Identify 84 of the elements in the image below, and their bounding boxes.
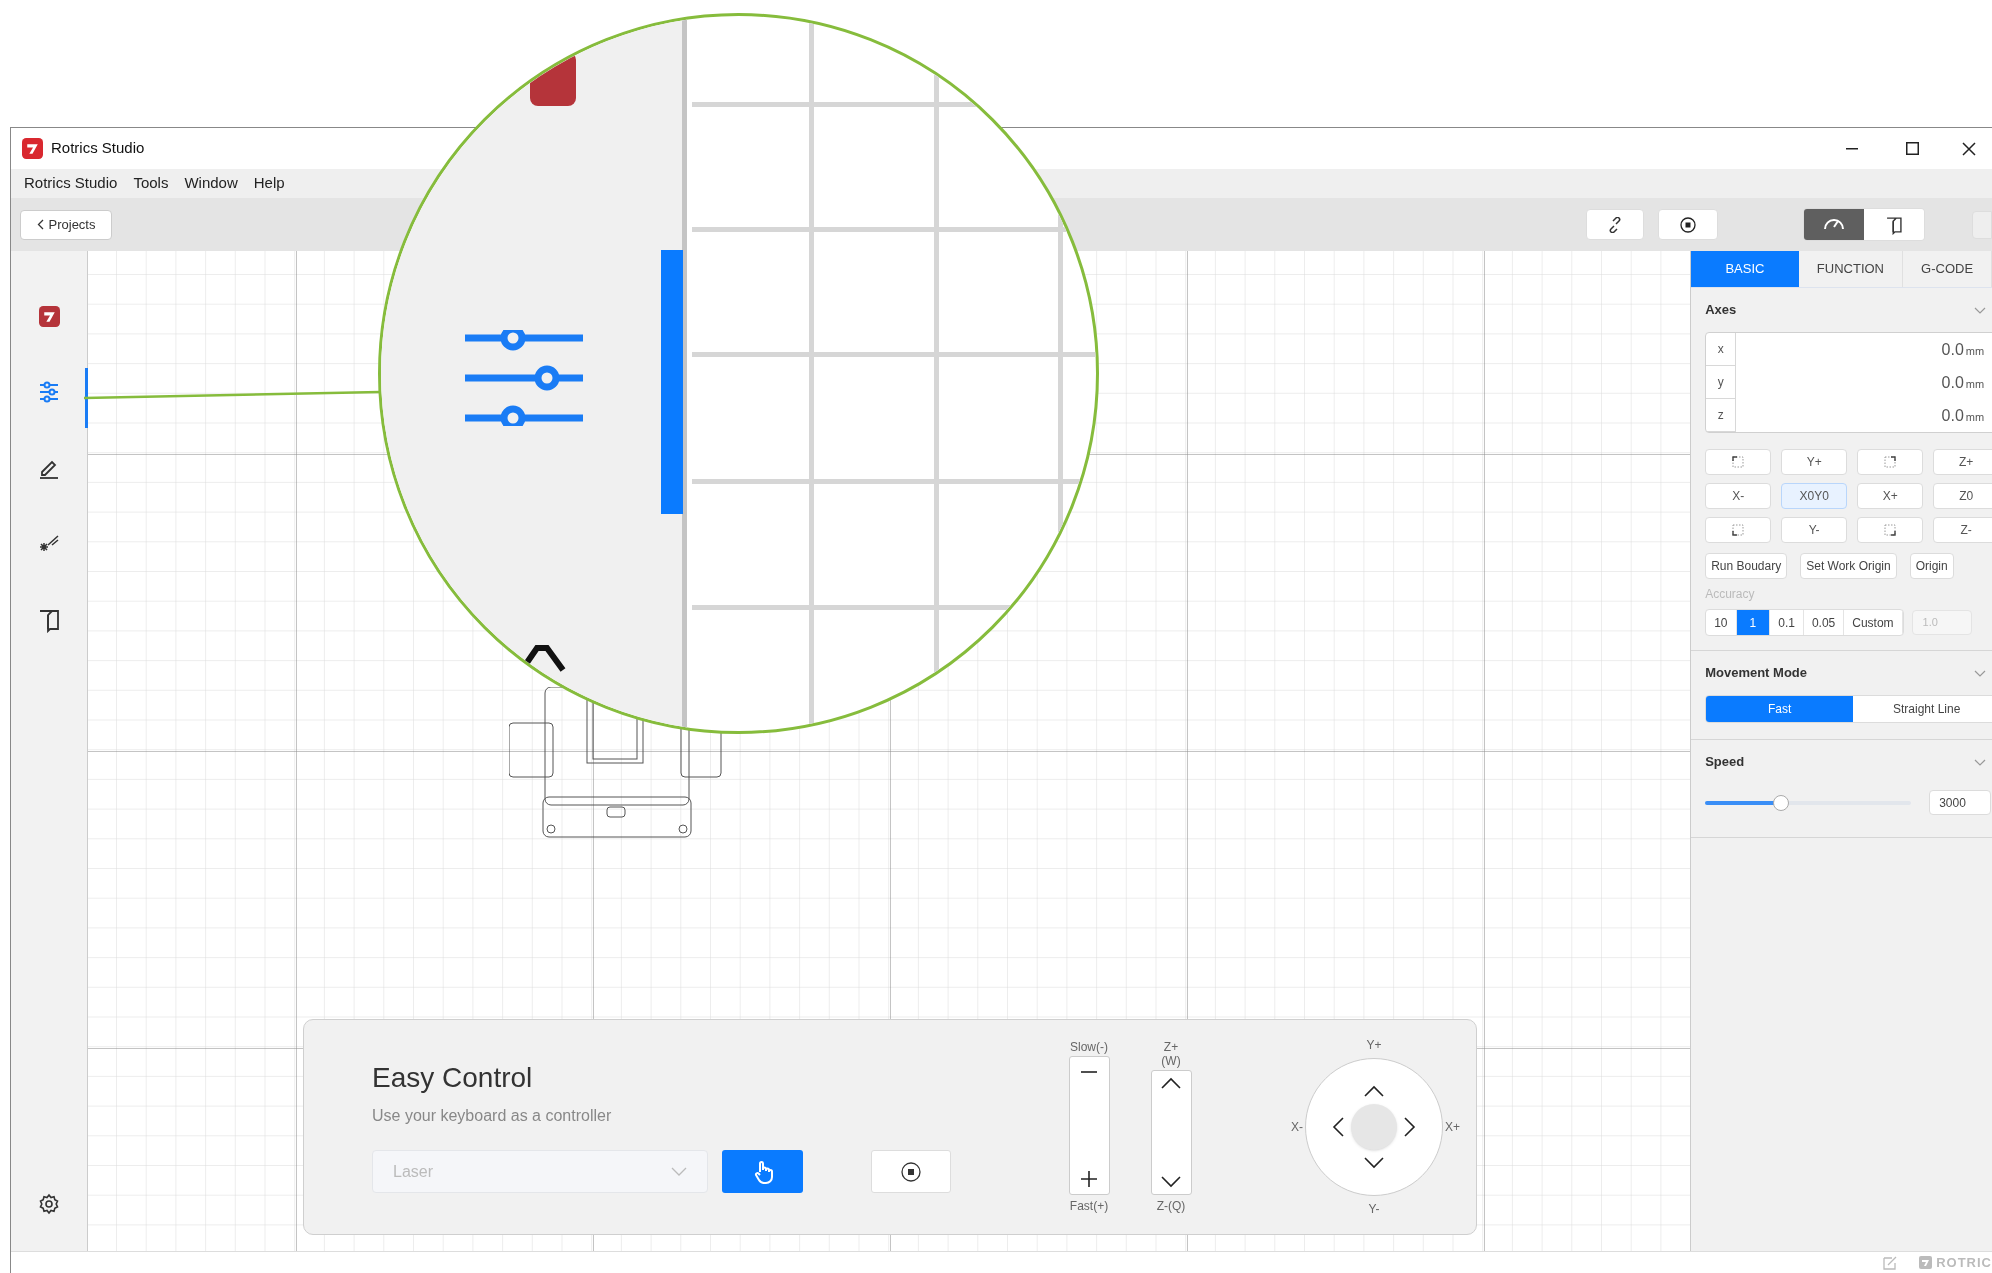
stop-button[interactable]: [871, 1150, 951, 1193]
sliders-icon: [37, 380, 61, 404]
menu-item[interactable]: Window: [176, 169, 246, 198]
accuracy-option[interactable]: 0.1: [1770, 610, 1804, 635]
key-label: X+: [1445, 1119, 1460, 1136]
panel-subtitle: Use your keyboard as a controller: [372, 1106, 613, 1126]
projects-button[interactable]: Projects: [20, 209, 112, 240]
key-label: Y-: [1368, 1201, 1380, 1218]
axis-label: x: [1706, 333, 1737, 366]
key-label: (W): [1161, 1054, 1181, 1068]
speed-slider[interactable]: [1705, 794, 1912, 811]
jog-button[interactable]: Y-: [1781, 517, 1848, 543]
menu-item[interactable]: Rotrics Studio: [16, 169, 126, 198]
panel-tab[interactable]: BASIC: [1691, 251, 1799, 287]
key-label: X-: [1291, 1119, 1303, 1136]
panel-title: Easy Control: [372, 1061, 534, 1095]
chevron-up-icon[interactable]: [1161, 1077, 1181, 1089]
maximize-icon: [1905, 142, 1919, 155]
chevron-left-icon: [36, 219, 44, 230]
section-title: Speed: [1705, 753, 1745, 772]
chevron-down-icon[interactable]: [1161, 1176, 1181, 1188]
axis-value: 0.0: [1941, 339, 1964, 360]
book-icon: [1884, 214, 1904, 235]
view-toggle[interactable]: [1804, 209, 1864, 240]
menu-item[interactable]: Help: [245, 169, 293, 198]
mode-option[interactable]: Straight Line: [1853, 696, 1992, 722]
section-title: Movement Mode: [1705, 664, 1807, 683]
section-title: Axes: [1705, 301, 1737, 320]
minimize-icon: [1846, 147, 1858, 150]
key-label: Z+: [1163, 1040, 1179, 1054]
keyboard-control-button[interactable]: [722, 1150, 803, 1193]
key-label: Fast(+): [1069, 1198, 1109, 1215]
axis-value: 0.0: [1941, 405, 1964, 426]
menu-item[interactable]: Tools: [125, 169, 177, 198]
chevron-down-icon[interactable]: [1364, 1157, 1384, 1169]
accuracy-option[interactable]: 10: [1706, 610, 1737, 635]
action-button[interactable]: Origin: [1909, 553, 1954, 579]
jog-button[interactable]: Z-: [1933, 517, 1992, 543]
key-label: Slow(-): [1070, 1040, 1108, 1054]
key-label: Z-(Q): [1156, 1198, 1186, 1215]
chevron-left-icon[interactable]: [1332, 1117, 1344, 1137]
slider-thumb[interactable]: [1773, 794, 1790, 811]
jog-button[interactable]: Z+: [1933, 449, 1992, 475]
brand-name: ROTRIC: [1936, 1253, 1992, 1272]
corner-icon: [1884, 524, 1897, 536]
active-indicator: [84, 368, 89, 428]
jog-button[interactable]: X0Y0: [1781, 483, 1848, 509]
mode-option[interactable]: Fast: [1706, 696, 1854, 722]
unit-label: mm: [1965, 409, 1985, 425]
chevron-down-icon: [671, 1167, 687, 1176]
chevron-up-icon[interactable]: [1364, 1085, 1384, 1097]
axis-value: 0.0: [1941, 372, 1964, 393]
jog-button[interactable]: X-: [1705, 483, 1772, 509]
view-toggle[interactable]: [1864, 209, 1924, 240]
speed-field[interactable]: 3000: [1929, 790, 1992, 815]
key-label: Y+: [1366, 1037, 1382, 1054]
stop-icon: [901, 1161, 921, 1182]
jog-button[interactable]: Z0: [1933, 483, 1992, 509]
edit-icon: [1883, 1255, 1898, 1270]
gauge-icon: [1824, 219, 1844, 230]
action-button[interactable]: Run Boudary: [1705, 553, 1788, 579]
stop-icon: [1680, 216, 1696, 233]
close-icon: [1962, 141, 1976, 156]
axis-label: y: [1706, 366, 1737, 399]
corner-icon: [1732, 456, 1745, 468]
unit-label: mm: [1965, 343, 1985, 359]
corner-icon: [1732, 524, 1745, 536]
chevron-right-icon[interactable]: [1404, 1117, 1416, 1137]
accuracy-option[interactable]: Custom: [1844, 610, 1903, 635]
plus-icon[interactable]: [1080, 1170, 1098, 1188]
window-title: Rotrics Studio: [51, 138, 145, 159]
link-button[interactable]: [1586, 209, 1644, 240]
link-icon: [1607, 216, 1623, 233]
jog-button[interactable]: X+: [1857, 483, 1924, 509]
accuracy-option[interactable]: 1: [1736, 610, 1771, 635]
settings-icon: [38, 1193, 60, 1215]
corner-icon: [1884, 456, 1897, 468]
jog-button[interactable]: Y+: [1781, 449, 1848, 475]
axis-label: z: [1706, 399, 1737, 432]
sliders-icon: [465, 330, 583, 426]
stop-button[interactable]: [1658, 209, 1718, 240]
accuracy-option[interactable]: 0.05: [1803, 610, 1845, 635]
unit-label: mm: [1965, 376, 1985, 392]
action-button[interactable]: Set Work Origin: [1800, 553, 1897, 579]
